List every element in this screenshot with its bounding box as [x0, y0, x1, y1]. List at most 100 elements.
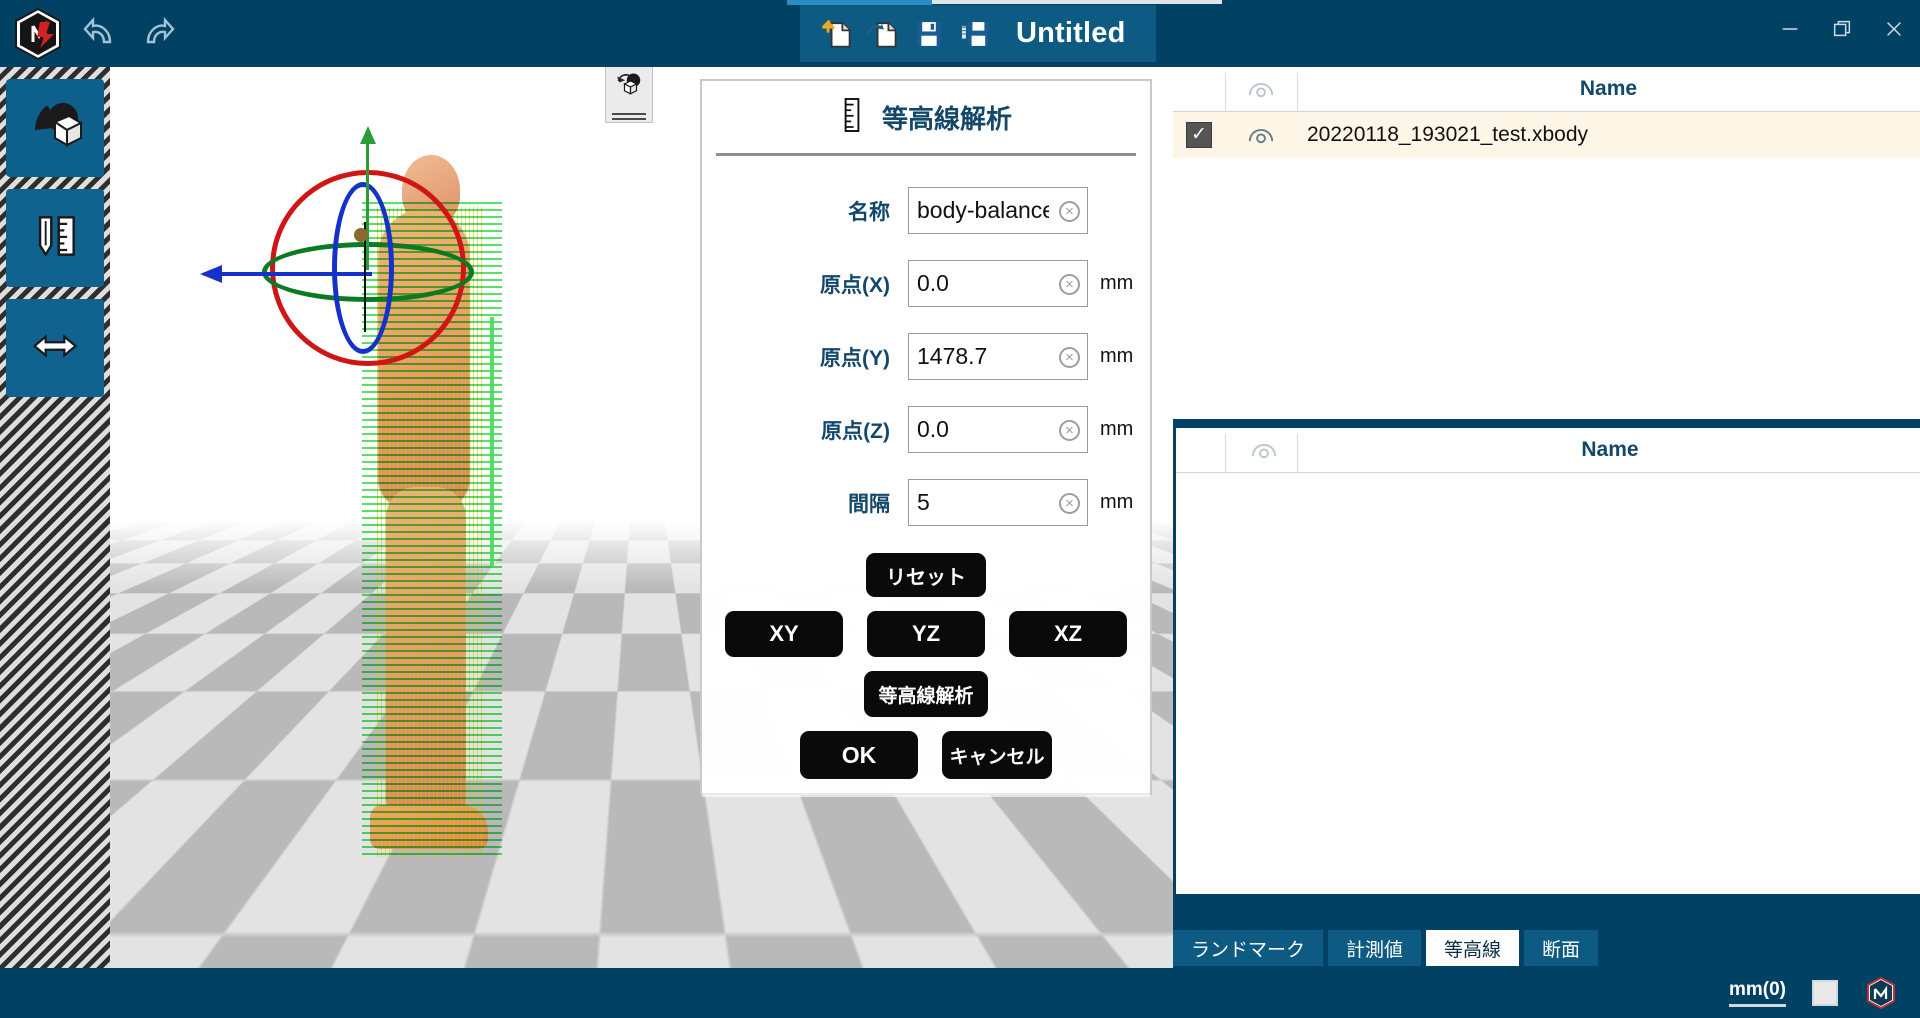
clear-origin-x-icon[interactable]: × — [1059, 274, 1080, 295]
save-as-icon[interactable] — [952, 11, 998, 57]
confirm-row: OK キャンセル — [702, 731, 1150, 779]
reset-view-bars — [612, 110, 646, 120]
bottom-tabs: ランドマーク 計測値 等高線 断面 — [1173, 928, 1603, 966]
reset-button[interactable]: リセット — [866, 553, 986, 597]
clear-interval-icon[interactable]: × — [1059, 493, 1080, 514]
ruler-icon — [840, 97, 864, 138]
xz-plane-button[interactable]: XZ — [1009, 611, 1127, 657]
cancel-button[interactable]: キャンセル — [942, 731, 1052, 779]
unit-indicator[interactable]: mm(0) — [1728, 979, 1786, 1007]
clear-origin-z-icon[interactable]: × — [1059, 420, 1080, 441]
application-window: Untitled R 等高線解析 名称 body-balance × 原点(X)… — [0, 0, 1920, 1018]
contour-list-panel: Name — [1176, 428, 1920, 894]
row-check-col: ✓ — [1173, 122, 1225, 148]
field-row-interval: 間隔 × mm — [702, 466, 1150, 539]
left-sidebar — [0, 67, 110, 1018]
shape-cube-icon — [25, 96, 85, 161]
origin-x-input-wrapper[interactable]: × — [908, 260, 1088, 307]
visibility-icon — [1225, 80, 1297, 99]
orientation-marker-right[interactable]: R — [1029, 845, 1076, 892]
unit-origin-y: mm — [1100, 345, 1134, 367]
field-row-origin-x: 原点(X) × mm — [702, 247, 1150, 320]
clear-origin-y-icon[interactable]: × — [1059, 347, 1080, 368]
row-checkbox[interactable]: ✓ — [1186, 122, 1212, 148]
dialog-title: 等高線解析 — [881, 103, 1012, 134]
dialog-form: 名称 × 原点(X) × mm 原点(Y) × — [702, 156, 1150, 779]
file-toolbar: Untitled — [800, 5, 1156, 62]
yz-plane-button[interactable]: YZ — [867, 611, 985, 657]
gizmo-center-handle[interactable] — [354, 228, 368, 242]
field-row-origin-y: 原点(Y) × mm — [702, 320, 1150, 393]
gizmo-axis-x[interactable] — [200, 265, 372, 283]
sidebar-item-measure[interactable] — [6, 189, 104, 287]
window-controls — [1764, 0, 1920, 58]
contour-list-header: Name — [1176, 428, 1920, 473]
model-list-header: Name — [1173, 67, 1920, 112]
origin-gizmo[interactable] — [200, 126, 500, 412]
origin-y-input-wrapper[interactable]: × — [908, 333, 1088, 380]
double-arrow-icon — [27, 318, 83, 379]
row-name-label: 20220118_193021_test.xbody — [1307, 123, 1589, 146]
axis-buttons-row: XY YZ XZ — [702, 611, 1150, 657]
interval-input[interactable] — [909, 480, 1049, 525]
visibility-icon-2 — [1228, 441, 1300, 460]
field-label-origin-y: 原点(Y) — [820, 346, 890, 370]
field-row-origin-z: 原点(Z) × mm — [702, 393, 1150, 466]
rotate-cube-icon — [614, 69, 644, 104]
title-bar: Untitled — [0, 0, 1920, 67]
table-row[interactable]: ✓ 20220118_193021_test.xbody — [1173, 112, 1920, 158]
reset-view-button[interactable] — [605, 67, 653, 123]
new-file-icon[interactable] — [814, 11, 860, 57]
gizmo-axis-y[interactable] — [360, 126, 376, 270]
interval-input-wrapper[interactable]: × — [908, 479, 1088, 526]
unit-origin-z: mm — [1100, 418, 1134, 440]
gizmo-ring-z[interactable] — [332, 182, 394, 354]
sidebar-item-distance[interactable] — [6, 299, 104, 397]
status-bar: mm(0) — [0, 968, 1920, 1018]
document-title: Untitled — [1016, 17, 1126, 49]
field-label-origin-x: 原点(X) — [820, 273, 890, 297]
tab-landmark[interactable]: ランドマーク — [1173, 930, 1324, 966]
sidebar-item-model-view[interactable] — [6, 79, 104, 177]
right-panels: Name ✓ 20220118_193021_test.xbody Name — [1173, 67, 1920, 947]
minimize-button[interactable] — [1764, 0, 1816, 58]
tab-accent-inactive — [932, 0, 1222, 4]
clear-name-icon[interactable]: × — [1059, 201, 1080, 222]
field-label-name: 名称 — [848, 200, 890, 224]
app-logo-icon — [10, 6, 66, 62]
dialog-header: 等高線解析 — [702, 81, 1150, 153]
row-visibility-icon[interactable] — [1225, 126, 1297, 145]
model-list-panel: Name ✓ 20220118_193021_test.xbody — [1173, 67, 1920, 419]
origin-y-input[interactable] — [909, 334, 1049, 379]
tab-contour[interactable]: 等高線 — [1426, 930, 1520, 966]
origin-z-input-wrapper[interactable]: × — [908, 406, 1088, 453]
redo-button[interactable] — [134, 12, 178, 56]
origin-z-input[interactable] — [909, 407, 1049, 452]
tab-cross-section[interactable]: 断面 — [1524, 930, 1599, 966]
run-contour-analysis-button[interactable]: 等高線解析 — [864, 671, 988, 717]
close-button[interactable] — [1868, 0, 1920, 58]
name-input[interactable] — [909, 188, 1049, 233]
save-icon[interactable] — [906, 11, 952, 57]
xy-plane-button[interactable]: XY — [725, 611, 843, 657]
pencil-ruler-icon — [27, 208, 83, 269]
name-input-wrapper[interactable]: × — [908, 187, 1088, 234]
ok-button[interactable]: OK — [800, 731, 918, 779]
undo-button[interactable] — [80, 12, 124, 56]
unit-interval: mm — [1100, 491, 1134, 513]
color-swatch-icon[interactable] — [1812, 980, 1838, 1006]
field-row-name: 名称 × — [702, 174, 1150, 247]
origin-x-input[interactable] — [909, 261, 1049, 306]
header-name-label-2: Name — [1581, 438, 1639, 461]
restore-button[interactable] — [1816, 0, 1868, 58]
open-file-icon[interactable] — [860, 11, 906, 57]
reset-row: リセット — [702, 553, 1150, 597]
header-name-label: Name — [1579, 77, 1638, 100]
xbody-logo-icon[interactable] — [1864, 976, 1898, 1010]
field-label-interval: 間隔 — [848, 492, 890, 516]
analyze-row: 等高線解析 — [702, 671, 1150, 717]
contour-analysis-dialog: 等高線解析 名称 × 原点(X) × mm 原点(Y) — [700, 79, 1152, 797]
tab-measurements[interactable]: 計測値 — [1328, 930, 1422, 966]
unit-origin-x: mm — [1100, 272, 1134, 294]
field-label-origin-z: 原点(Z) — [821, 419, 890, 443]
